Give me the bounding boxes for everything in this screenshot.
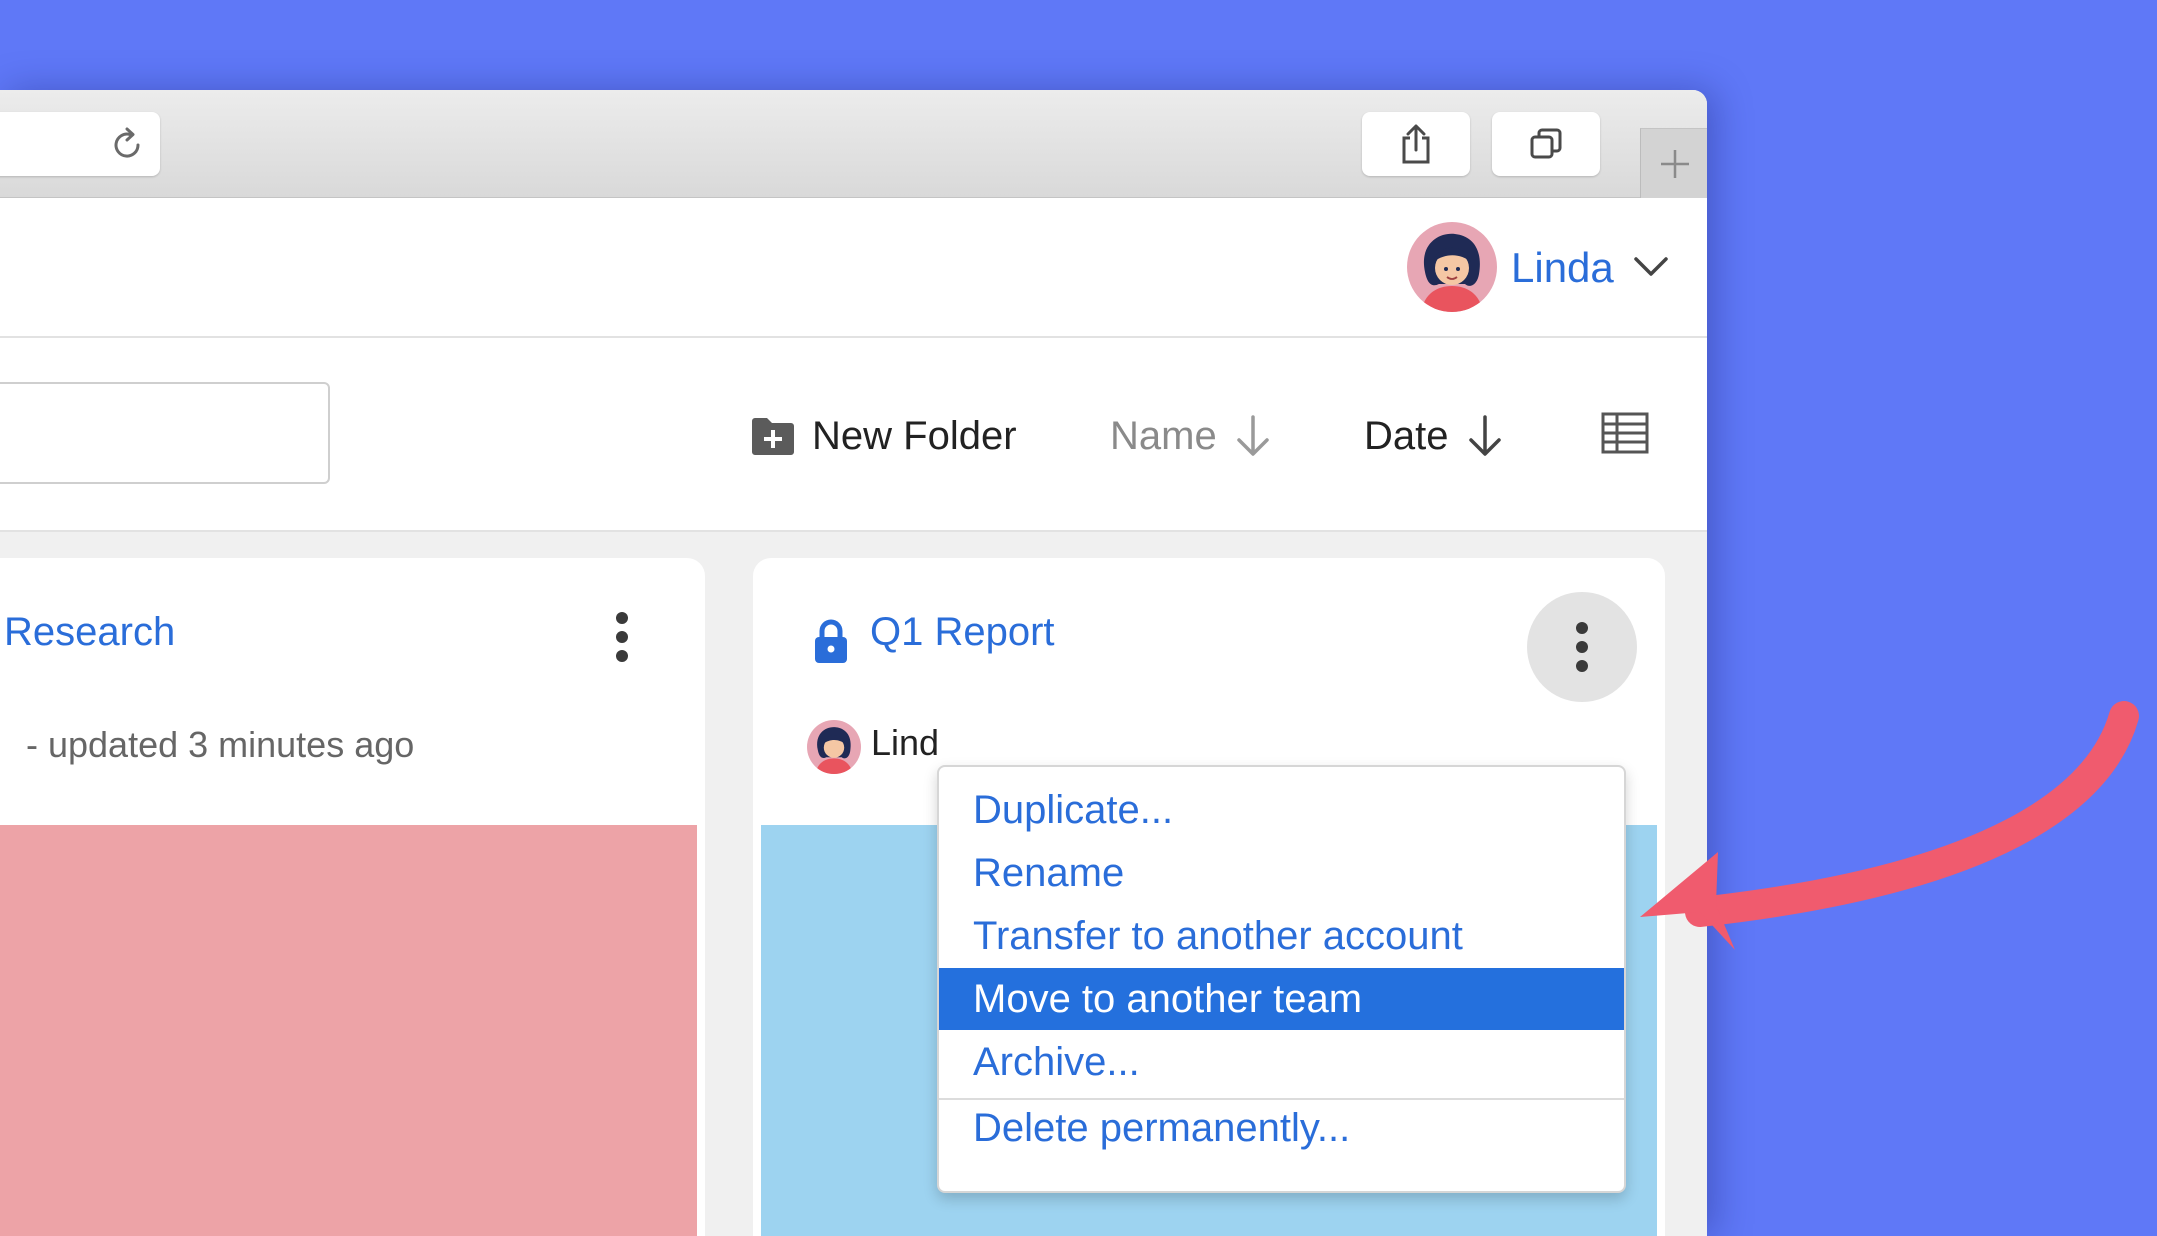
share-button[interactable] <box>1362 112 1470 176</box>
dot <box>616 612 628 624</box>
dot <box>1576 622 1588 634</box>
user-name[interactable]: Linda <box>1511 244 1614 292</box>
card-menu-button[interactable] <box>600 602 644 672</box>
dot <box>616 631 628 643</box>
menu-item-transfer[interactable]: Transfer to another account <box>939 905 1624 967</box>
app-header: Linda <box>0 198 1707 338</box>
avatar[interactable] <box>1407 222 1497 312</box>
folder-plus-icon <box>752 418 794 455</box>
card-title[interactable]: Research <box>4 610 175 655</box>
document-card[interactable]: Research - updated 3 minutes ago <box>0 558 705 1236</box>
card-updated-text: - updated 3 minutes ago <box>26 724 415 765</box>
share-icon <box>1402 124 1430 164</box>
avatar <box>807 720 861 774</box>
filter-bar: New Folder Name Date <box>0 338 1707 532</box>
menu-item-move-team[interactable]: Move to another team <box>939 968 1624 1030</box>
dot <box>1576 641 1588 653</box>
table-view-icon[interactable] <box>1601 412 1649 454</box>
sort-name-label: Name <box>1110 413 1217 458</box>
search-input[interactable] <box>0 382 330 484</box>
sort-by-date-button[interactable]: Date <box>1364 408 1507 464</box>
new-tab-button[interactable] <box>1640 128 1707 198</box>
tabs-overview-button[interactable] <box>1492 112 1600 176</box>
card-context-menu: Duplicate... Rename Transfer to another … <box>937 765 1626 1193</box>
browser-window: Linda New Folder Name Date Research - up… <box>0 90 1707 1236</box>
address-bar[interactable] <box>0 112 160 176</box>
card-owner-name: Lind <box>871 722 940 763</box>
tabs-overview-icon <box>1530 128 1562 159</box>
card-title[interactable]: Q1 Report <box>870 610 1055 655</box>
card-thumbnail[interactable] <box>0 825 697 1236</box>
browser-toolbar <box>0 90 1707 198</box>
menu-item-rename[interactable]: Rename <box>939 842 1624 904</box>
new-folder-label: New Folder <box>812 413 1017 458</box>
menu-item-archive[interactable]: Archive... <box>939 1031 1624 1093</box>
card-menu-button[interactable] <box>1527 592 1637 702</box>
chevron-down-icon[interactable] <box>1632 254 1670 280</box>
dot <box>1576 660 1588 672</box>
menu-item-duplicate[interactable]: Duplicate... <box>939 779 1624 841</box>
dot <box>616 650 628 662</box>
arrow-down-icon <box>1236 415 1269 456</box>
reload-icon[interactable] <box>108 126 146 164</box>
arrow-down-icon <box>1468 415 1501 456</box>
sort-date-label: Date <box>1364 413 1449 458</box>
lock-icon <box>815 619 847 663</box>
sort-by-name-button[interactable]: Name <box>1110 408 1275 464</box>
new-folder-button[interactable]: New Folder <box>750 408 1017 464</box>
menu-item-delete[interactable]: Delete permanently... <box>939 1097 1624 1159</box>
plus-icon <box>1660 149 1689 178</box>
